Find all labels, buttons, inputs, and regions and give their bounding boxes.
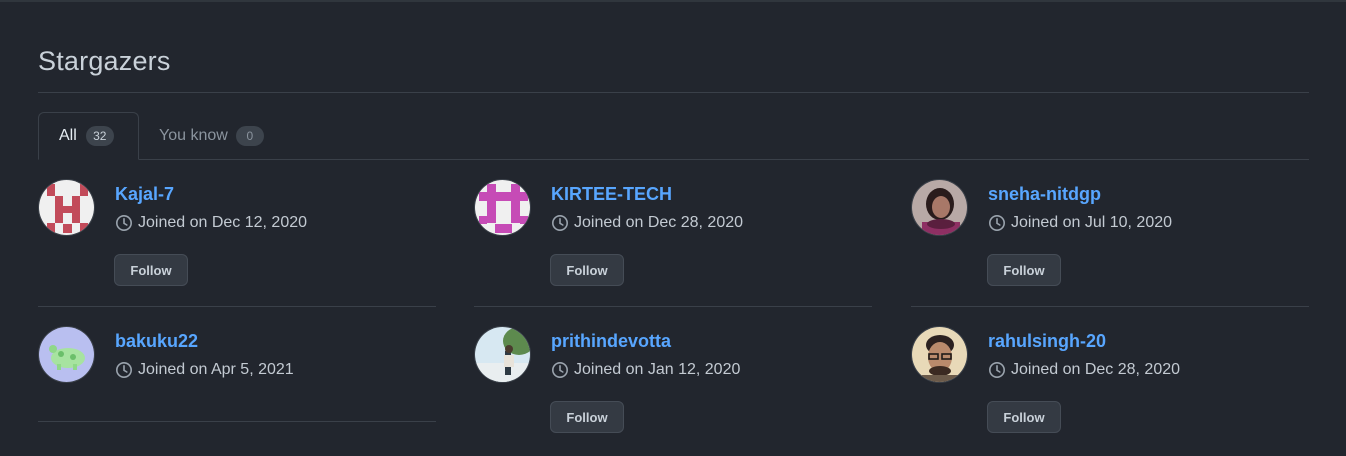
card-divider — [38, 306, 436, 307]
joined-text: Joined on Dec 12, 2020 — [138, 214, 308, 231]
joined-text: Joined on Dec 28, 2020 — [574, 214, 744, 231]
card-divider — [474, 306, 872, 307]
username-link[interactable]: bakuku22 — [115, 331, 198, 352]
page-title: Stargazers — [38, 46, 171, 76]
title-divider — [38, 92, 1309, 93]
clock-icon — [116, 215, 132, 231]
username-link[interactable]: prithindevotta — [551, 331, 671, 352]
username-link[interactable]: rahulsingh-20 — [988, 331, 1106, 352]
clock-icon — [552, 362, 568, 378]
clock-icon — [116, 362, 132, 378]
tab-nav-divider — [38, 159, 1309, 160]
follow-button[interactable]: Follow — [987, 401, 1061, 433]
avatar[interactable] — [911, 326, 968, 383]
joined-date: Joined on Dec 28, 2020 — [551, 214, 743, 232]
follow-button[interactable]: Follow — [550, 401, 624, 433]
username-link[interactable]: Kajal-7 — [115, 184, 174, 205]
avatar[interactable] — [38, 179, 95, 236]
joined-date: Joined on Dec 12, 2020 — [115, 214, 307, 232]
clock-icon — [989, 362, 1005, 378]
joined-text: Joined on Jan 12, 2020 — [574, 361, 741, 378]
tab-all-counter: 32 — [85, 126, 114, 146]
joined-date: Joined on Dec 28, 2020 — [988, 361, 1180, 379]
joined-text: Joined on Dec 28, 2020 — [1011, 361, 1181, 378]
avatar[interactable] — [911, 179, 968, 236]
avatar[interactable] — [474, 179, 531, 236]
username-link[interactable]: KIRTEE-TECH — [551, 184, 672, 205]
follow-button[interactable]: Follow — [114, 254, 188, 286]
avatar[interactable] — [474, 326, 531, 383]
tab-all-label: All — [59, 127, 77, 144]
tab-nav: All 32 You know 0 — [38, 112, 1309, 160]
joined-text: Joined on Apr 5, 2021 — [138, 361, 294, 378]
username-link[interactable]: sneha-nitdgp — [988, 184, 1101, 205]
follow-button[interactable]: Follow — [550, 254, 624, 286]
joined-date: Joined on Jan 12, 2020 — [551, 361, 740, 379]
tab-you-know-label: You know — [159, 126, 228, 144]
clock-icon — [552, 215, 568, 231]
joined-date: Joined on Apr 5, 2021 — [115, 361, 294, 379]
tab-you-know-counter: 0 — [235, 125, 264, 146]
card-divider — [911, 306, 1309, 307]
avatar[interactable] — [38, 326, 95, 383]
joined-date: Joined on Jul 10, 2020 — [988, 214, 1172, 232]
follow-button[interactable]: Follow — [987, 254, 1061, 286]
card-divider — [38, 421, 436, 422]
joined-text: Joined on Jul 10, 2020 — [1011, 214, 1173, 231]
stargazers-container: Stargazers All 32 You know 0 Kajal-7 Joi… — [38, 0, 1309, 456]
tab-you-know[interactable]: You know 0 — [159, 112, 264, 159]
clock-icon — [989, 215, 1005, 231]
tab-all[interactable]: All 32 — [38, 112, 139, 160]
